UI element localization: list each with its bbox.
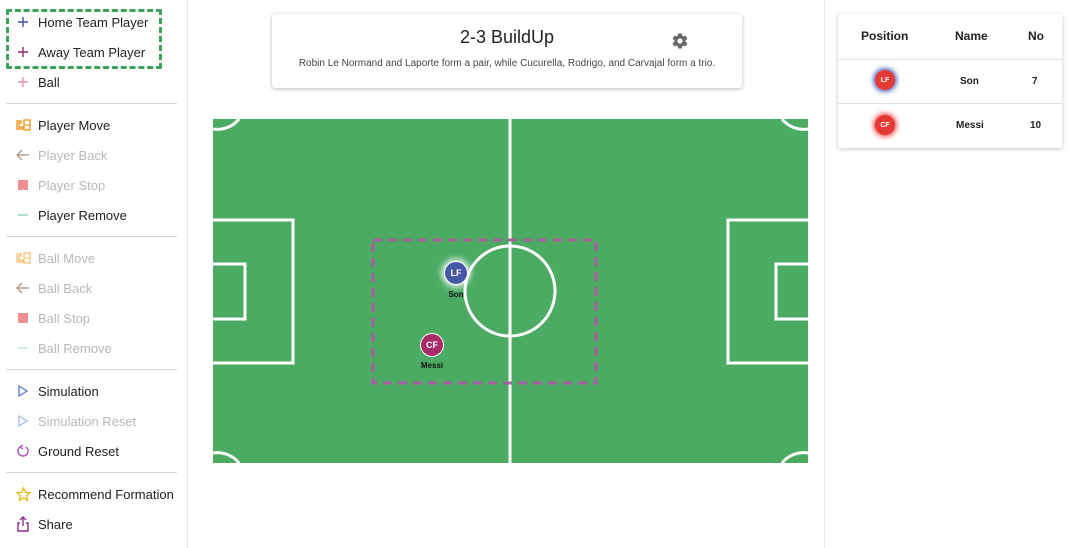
- menu-label: Player Move: [38, 117, 111, 133]
- star-icon: [14, 485, 32, 503]
- home-team-player-button[interactable]: Home Team Player: [14, 11, 148, 33]
- menu-label: Ground Reset: [38, 443, 119, 459]
- position-badge: CF: [875, 115, 895, 135]
- menu-label: Player Back: [38, 147, 108, 163]
- reset-icon: [14, 442, 32, 460]
- player-position: CF: [426, 340, 438, 350]
- divider: [6, 236, 177, 237]
- ball-back-button[interactable]: Ball Back: [14, 277, 92, 299]
- player-position: LF: [450, 268, 462, 278]
- badge-label: CF: [880, 121, 890, 129]
- divider: [6, 103, 177, 104]
- pitch-markings: [213, 119, 808, 463]
- simulation-reset-button[interactable]: Simulation Reset: [14, 410, 136, 432]
- move-icon: [14, 116, 32, 134]
- share-icon: [14, 515, 32, 533]
- minus-icon: [14, 206, 32, 224]
- share-button[interactable]: Share: [14, 513, 73, 535]
- player-back-button[interactable]: Player Back: [14, 144, 107, 166]
- menu-label: Recommend Formation: [38, 486, 174, 502]
- plus-icon: [14, 73, 32, 91]
- roster-number: 10: [1030, 120, 1042, 131]
- ball-remove-button[interactable]: Ball Remove: [14, 337, 112, 359]
- player-name-label: Messi: [420, 361, 444, 370]
- away-player-token[interactable]: CF: [420, 333, 444, 357]
- move-icon: [14, 249, 32, 267]
- roster-name: Messi: [956, 120, 984, 131]
- arrow-left-icon: [14, 146, 32, 164]
- roster-name: Son: [960, 76, 979, 87]
- formation-description: Robin Le Normand and Laporte form a pair…: [298, 58, 716, 69]
- home-player-token[interactable]: LF: [444, 261, 468, 285]
- player-remove-button[interactable]: Player Remove: [14, 204, 127, 226]
- menu-label: Player Remove: [38, 207, 127, 223]
- menu-label: Ball Move: [38, 250, 96, 266]
- player-stop-button[interactable]: Player Stop: [14, 174, 105, 196]
- menu-label: Ball Back: [38, 280, 93, 296]
- column-header-name: Name: [955, 29, 988, 43]
- row-divider: [838, 59, 1062, 60]
- tool-sidebar: Home Team Player Away Team Player Ball P…: [0, 0, 188, 548]
- divider: [6, 472, 177, 473]
- ground-reset-button[interactable]: Ground Reset: [14, 440, 119, 462]
- divider: [6, 369, 177, 370]
- ball-button[interactable]: Ball: [14, 71, 60, 93]
- plus-icon: [14, 43, 32, 61]
- badge-label: LF: [880, 76, 890, 84]
- minus-icon: [14, 339, 32, 357]
- simulation-button[interactable]: Simulation: [14, 380, 99, 402]
- ball-stop-button[interactable]: Ball Stop: [14, 307, 90, 329]
- stop-icon: [14, 176, 32, 194]
- away-team-player-button[interactable]: Away Team Player: [14, 41, 145, 63]
- position-badge: LF: [875, 70, 895, 90]
- menu-label: Away Team Player: [38, 44, 146, 60]
- gear-icon[interactable]: [671, 32, 689, 50]
- menu-label: Simulation Reset: [38, 413, 137, 429]
- soccer-pitch[interactable]: LF Son CF Messi: [213, 119, 808, 463]
- column-header-no: No: [1028, 29, 1044, 43]
- ball-move-button[interactable]: Ball Move: [14, 247, 95, 269]
- formation-card: 2-3 BuildUp Robin Le Normand and Laporte…: [272, 14, 742, 88]
- row-divider: [838, 103, 1062, 104]
- roster-number: 7: [1032, 76, 1038, 87]
- plus-icon: [14, 13, 32, 31]
- menu-label: Ball Stop: [38, 310, 91, 326]
- menu-label: Ball Remove: [38, 340, 112, 356]
- recommend-formation-button[interactable]: Recommend Formation: [14, 483, 174, 505]
- menu-label: Ball: [38, 74, 60, 90]
- player-name-label: Son: [448, 290, 464, 299]
- menu-label: Home Team Player: [38, 14, 149, 30]
- roster-table: Position Name No LF Son 7 CF Messi 10: [838, 14, 1062, 148]
- play-icon: [14, 382, 32, 400]
- player-move-button[interactable]: Player Move: [14, 114, 110, 136]
- column-header-position: Position: [861, 29, 909, 43]
- stop-icon: [14, 309, 32, 327]
- arrow-left-icon: [14, 279, 32, 297]
- menu-label: Player Stop: [38, 177, 106, 193]
- menu-label: Share: [38, 516, 73, 532]
- menu-label: Simulation: [38, 383, 99, 399]
- play-icon: [14, 412, 32, 430]
